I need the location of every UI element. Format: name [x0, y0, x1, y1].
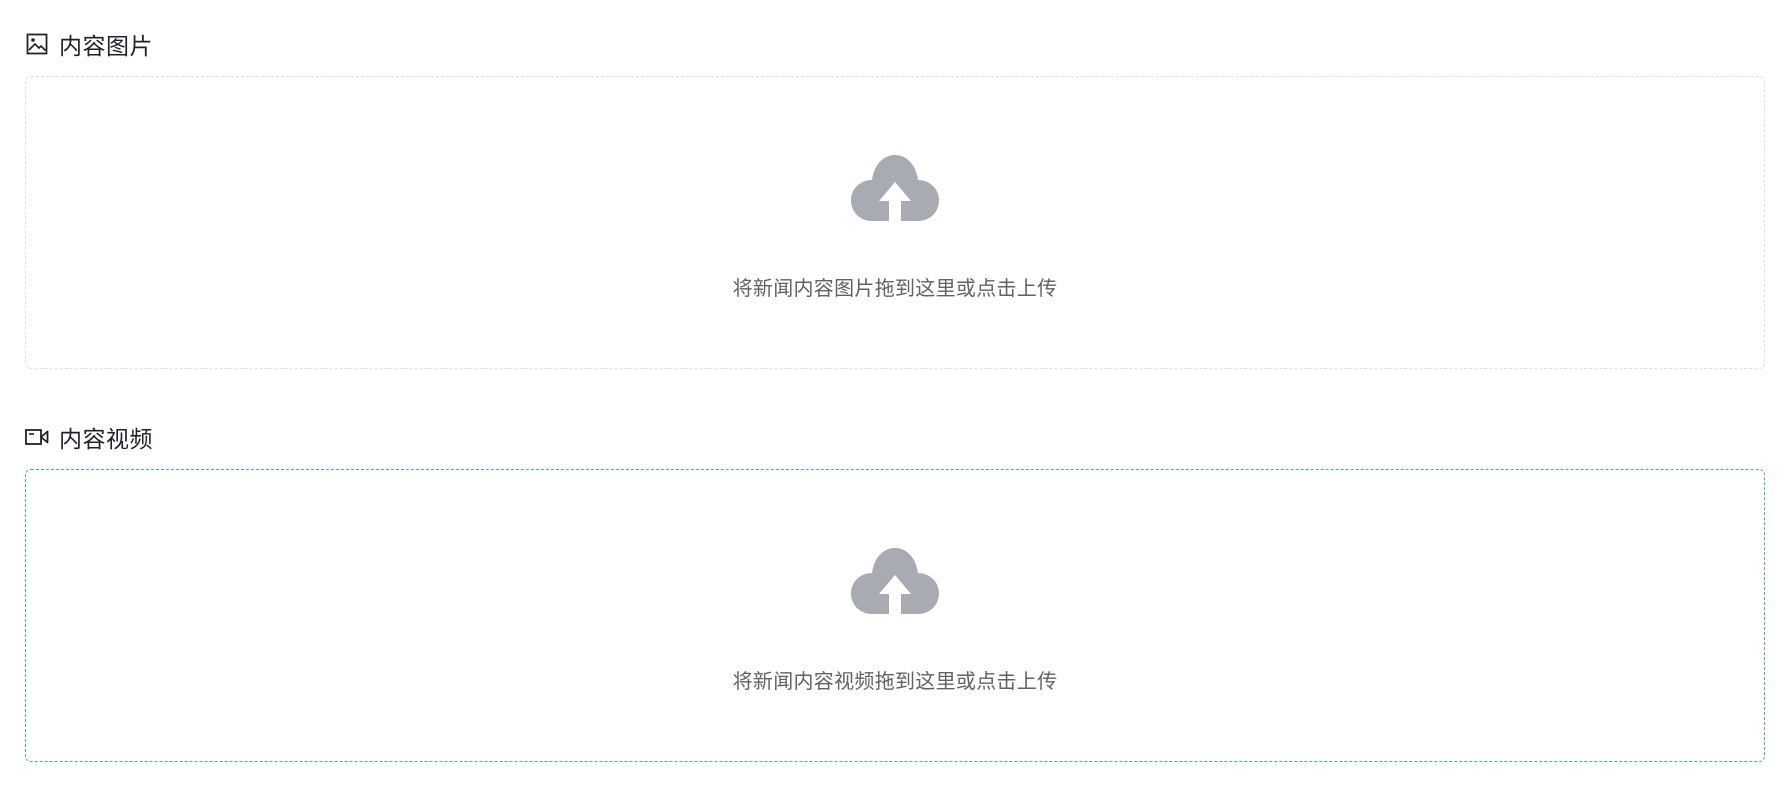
video-camera-icon — [25, 425, 49, 449]
content-images-dropzone-text: 将新闻内容图片拖到这里或点击上传 — [732, 276, 1058, 300]
content-images-dropzone[interactable]: 将新闻内容图片拖到这里或点击上传 — [25, 76, 1765, 369]
image-icon — [25, 32, 49, 56]
content-videos-dropzone[interactable]: 将新闻内容视频拖到这里或点击上传 — [25, 469, 1765, 762]
content-videos-header: 内容视频 — [25, 421, 1765, 453]
content-images-title: 内容图片 — [59, 34, 153, 60]
cloud-upload-icon — [850, 77, 940, 224]
content-images-section: 内容图片 将新闻内容图片拖到这里或点击上传 — [25, 28, 1765, 369]
content-videos-section: 内容视频 将新闻内容视频拖到这里或点击上传 — [25, 421, 1765, 762]
content-videos-title: 内容视频 — [59, 427, 153, 453]
content-videos-dropzone-text: 将新闻内容视频拖到这里或点击上传 — [732, 669, 1058, 693]
cloud-upload-icon — [850, 470, 940, 617]
content-images-header: 内容图片 — [25, 28, 1765, 60]
